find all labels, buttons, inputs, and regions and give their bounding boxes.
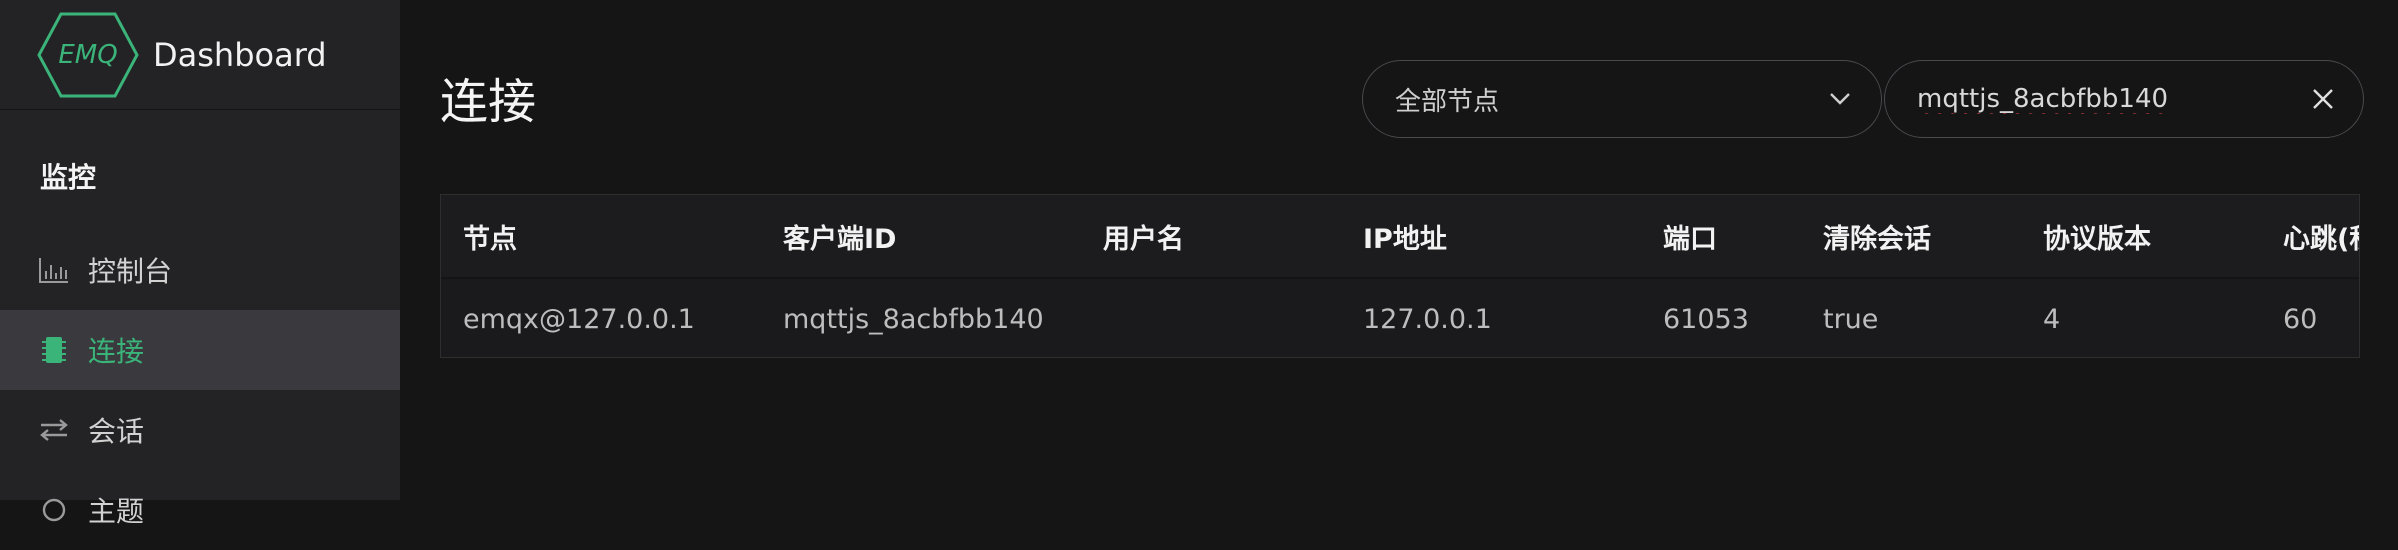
column-header-ip[interactable]: IP地址 bbox=[1363, 195, 1447, 277]
column-header-port[interactable]: 端口 bbox=[1663, 195, 1717, 277]
swap-arrows-icon bbox=[38, 414, 70, 446]
logo-text: EMQ bbox=[58, 39, 118, 70]
search-input[interactable] bbox=[1915, 83, 2307, 115]
chevron-down-icon bbox=[1830, 93, 1850, 105]
cell-keepalive: 60 bbox=[2283, 303, 2318, 335]
sidebar-item-label: 会话 bbox=[88, 415, 145, 448]
clear-search-button[interactable] bbox=[2307, 83, 2339, 115]
table-header: 节点 客户端ID 用户名 IP地址 端口 清除会话 协议版本 心跳(秒) bbox=[441, 195, 2359, 279]
brand-header: EMQ Dashboard bbox=[0, 0, 400, 110]
node-select[interactable]: 全部节点 bbox=[1362, 60, 1882, 138]
cell-port: 61053 bbox=[1663, 303, 1749, 335]
bar-chart-icon bbox=[38, 254, 70, 286]
cell-client-id[interactable]: mqttjs_8acbfbb140 bbox=[783, 279, 1044, 357]
page-title: 连接 bbox=[440, 74, 537, 130]
sidebar: EMQ Dashboard 监控 控制台 连接 会话 主题 bbox=[0, 0, 400, 528]
sidebar-item-topics[interactable]: 主题 bbox=[0, 470, 400, 550]
section-title-monitoring: 监控 bbox=[40, 161, 97, 194]
column-header-keepalive[interactable]: 心跳(秒) bbox=[2283, 195, 2359, 277]
column-header-proto-version[interactable]: 协议版本 bbox=[2043, 195, 2151, 277]
close-icon bbox=[2313, 89, 2333, 109]
column-header-node[interactable]: 节点 bbox=[463, 195, 517, 277]
column-header-username[interactable]: 用户名 bbox=[1103, 195, 1184, 277]
column-header-client-id[interactable]: 客户端ID bbox=[783, 195, 896, 277]
emq-logo[interactable]: EMQ bbox=[37, 12, 139, 98]
cell-node: emqx@127.0.0.1 bbox=[463, 303, 695, 335]
cell-proto-version: 4 bbox=[2043, 303, 2061, 335]
table-row[interactable]: emqx@127.0.0.1 mqttjs_8acbfbb140 127.0.0… bbox=[441, 279, 2359, 357]
cell-clean-session: true bbox=[1823, 303, 1879, 335]
sidebar-item-dashboard[interactable]: 控制台 bbox=[0, 230, 400, 310]
column-header-clean-session[interactable]: 清除会话 bbox=[1823, 195, 1931, 277]
cell-ip: 127.0.0.1 bbox=[1363, 303, 1492, 335]
sidebar-item-connections[interactable]: 连接 bbox=[0, 310, 400, 390]
sidebar-item-label: 连接 bbox=[88, 335, 145, 368]
node-select-value: 全部节点 bbox=[1395, 86, 1500, 117]
sidebar-item-label: 主题 bbox=[88, 495, 145, 528]
chip-icon bbox=[38, 334, 70, 366]
sidebar-item-label: 控制台 bbox=[88, 255, 173, 288]
topic-icon bbox=[38, 494, 70, 526]
app-title: Dashboard bbox=[153, 35, 327, 74]
client-search bbox=[1884, 60, 2364, 138]
sidebar-item-sessions[interactable]: 会话 bbox=[0, 390, 400, 470]
connections-table: 节点 客户端ID 用户名 IP地址 端口 清除会话 协议版本 心跳(秒) emq… bbox=[440, 194, 2360, 358]
